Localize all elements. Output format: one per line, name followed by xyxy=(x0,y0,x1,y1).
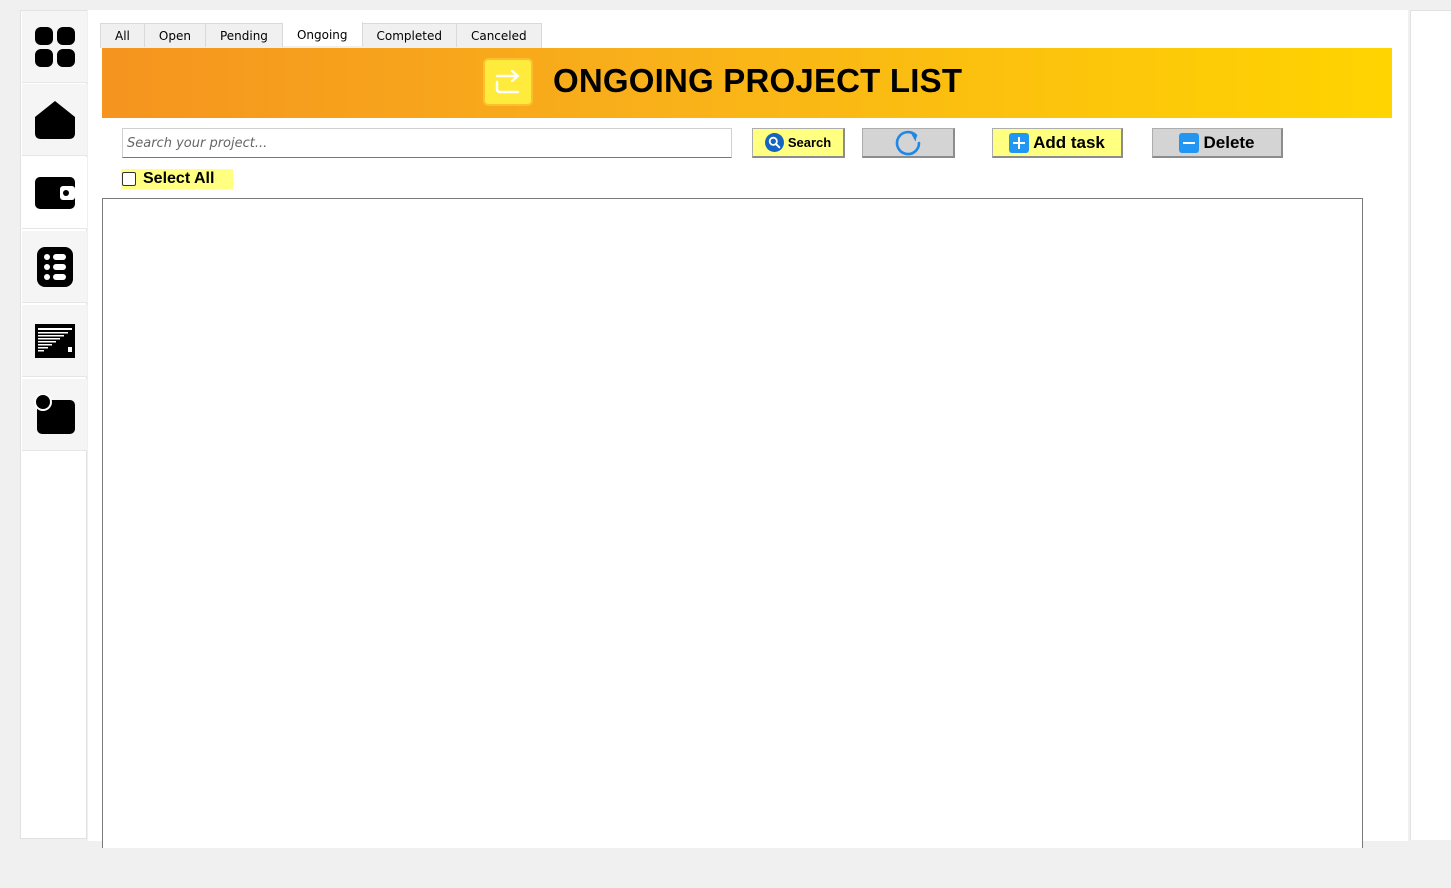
page-header-banner: ONGOING PROJECT LIST xyxy=(102,48,1392,118)
search-input[interactable] xyxy=(122,128,732,158)
list-icon xyxy=(36,246,73,287)
tab-open[interactable]: Open xyxy=(144,24,206,47)
tab-all[interactable]: All xyxy=(101,24,145,47)
add-icon xyxy=(1009,132,1030,153)
sidebar-item-task-list[interactable] xyxy=(22,231,87,303)
tab-pending[interactable]: Pending xyxy=(205,24,283,47)
sidebar-item-notification[interactable] xyxy=(22,379,87,451)
redirect-arrow-icon xyxy=(483,58,533,106)
main-panel: All Open Pending Ongoing Completed Cance… xyxy=(88,10,1408,848)
search-icon xyxy=(764,133,784,152)
grid-icon xyxy=(34,26,75,67)
wallet-icon xyxy=(34,176,75,209)
home-icon xyxy=(34,100,75,139)
tab-completed[interactable]: Completed xyxy=(362,24,457,47)
page-title: ONGOING PROJECT LIST xyxy=(553,62,963,99)
search-button-label: Search xyxy=(787,135,832,150)
search-button[interactable]: Search xyxy=(752,128,845,158)
select-all-checkbox[interactable] xyxy=(122,172,136,186)
delete-button[interactable]: Delete xyxy=(1152,128,1283,158)
add-task-label: Add task xyxy=(1033,132,1105,152)
refresh-icon xyxy=(895,130,921,155)
right-panel xyxy=(1410,10,1451,840)
select-all-toggle[interactable]: Select All xyxy=(121,169,233,189)
report-icon xyxy=(34,323,75,358)
minus-icon xyxy=(1179,132,1200,153)
sidebar-item-report[interactable] xyxy=(22,305,87,377)
sidebar-item-wallet[interactable] xyxy=(22,157,87,229)
tab-canceled[interactable]: Canceled xyxy=(456,24,541,47)
refresh-button[interactable] xyxy=(862,128,955,158)
add-task-button[interactable]: Add task xyxy=(992,128,1123,158)
tab-ongoing[interactable]: Ongoing xyxy=(282,22,363,46)
select-all-label: Select All xyxy=(143,170,215,187)
delete-label: Delete xyxy=(1203,132,1255,152)
sidebar xyxy=(20,10,87,839)
sidebar-item-dashboard[interactable] xyxy=(22,11,87,83)
sidebar-item-home[interactable] xyxy=(22,84,87,156)
status-tabs: All Open Pending Ongoing Completed Cance… xyxy=(100,22,542,48)
project-list[interactable] xyxy=(102,198,1363,848)
notification-icon xyxy=(33,393,75,434)
